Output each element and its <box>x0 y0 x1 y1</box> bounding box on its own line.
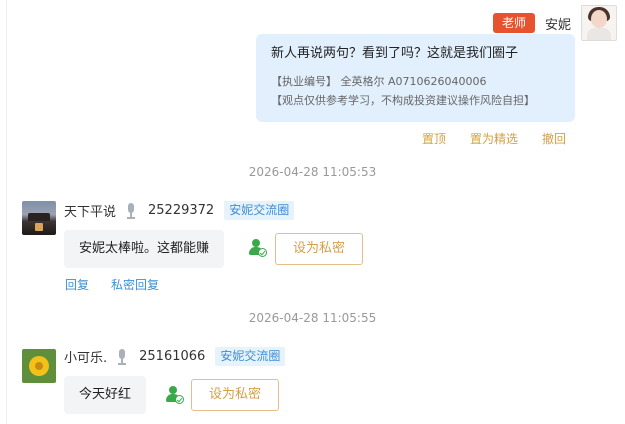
set-private-button[interactable]: 设为私密 <box>191 379 279 411</box>
user-message-bubble: 今天好红 <box>64 376 147 414</box>
user-id: 25229372 <box>148 203 215 218</box>
teacher-message-actions: 置顶 置为精选 撤回 <box>422 130 566 147</box>
verified-user-icon[interactable] <box>249 239 267 257</box>
disclaimer-text: 【观点仅供参考学习，不构成投资建议操作风险自担】 <box>271 94 535 107</box>
feature-button[interactable]: 置为精选 <box>470 130 518 147</box>
teacher-name: 安妮 <box>544 17 571 33</box>
user-id: 25161066 <box>139 349 206 364</box>
user-avatar[interactable] <box>22 349 56 383</box>
user-info-line: 小可乐. 25161066 安妮交流圈 <box>64 347 286 366</box>
microphone-icon <box>126 202 136 219</box>
withdraw-button[interactable]: 撤回 <box>542 130 566 147</box>
reply-link[interactable]: 回复 <box>65 276 89 293</box>
microphone-icon <box>117 348 127 365</box>
message-timestamp: 2026-04-28 11:05:53 <box>248 165 377 179</box>
left-divider <box>6 0 7 424</box>
username[interactable]: 小可乐. <box>64 347 107 366</box>
group-tag: 安妮交流圈 <box>215 347 286 366</box>
user-message-bubble: 安妮太棒啦。这都能赚 <box>64 230 225 268</box>
teacher-message-text: 新人再说两句？看到了吗？这就是我们圈子 <box>271 46 519 61</box>
pin-button[interactable]: 置顶 <box>422 130 446 147</box>
teacher-message-bubble: 新人再说两句？看到了吗？这就是我们圈子 【执业编号】 全英格尔 A0710626… <box>256 34 575 122</box>
user-avatar[interactable] <box>22 201 56 235</box>
user-info-line: 天下平说 25229372 安妮交流圈 <box>64 201 295 220</box>
teacher-role-badge: 老师 <box>492 13 535 33</box>
message-timestamp: 2026-04-28 11:05:55 <box>248 311 377 325</box>
username[interactable]: 天下平说 <box>64 201 116 220</box>
group-tag: 安妮交流圈 <box>224 201 295 220</box>
private-reply-link[interactable]: 私密回复 <box>111 276 159 293</box>
license-number-text: 【执业编号】 全英格尔 A0710626040006 <box>271 75 487 88</box>
verified-user-icon[interactable] <box>166 386 184 404</box>
set-private-button[interactable]: 设为私密 <box>275 233 363 265</box>
reply-actions: 回复 私密回复 <box>65 276 159 293</box>
teacher-avatar[interactable] <box>581 5 617 41</box>
